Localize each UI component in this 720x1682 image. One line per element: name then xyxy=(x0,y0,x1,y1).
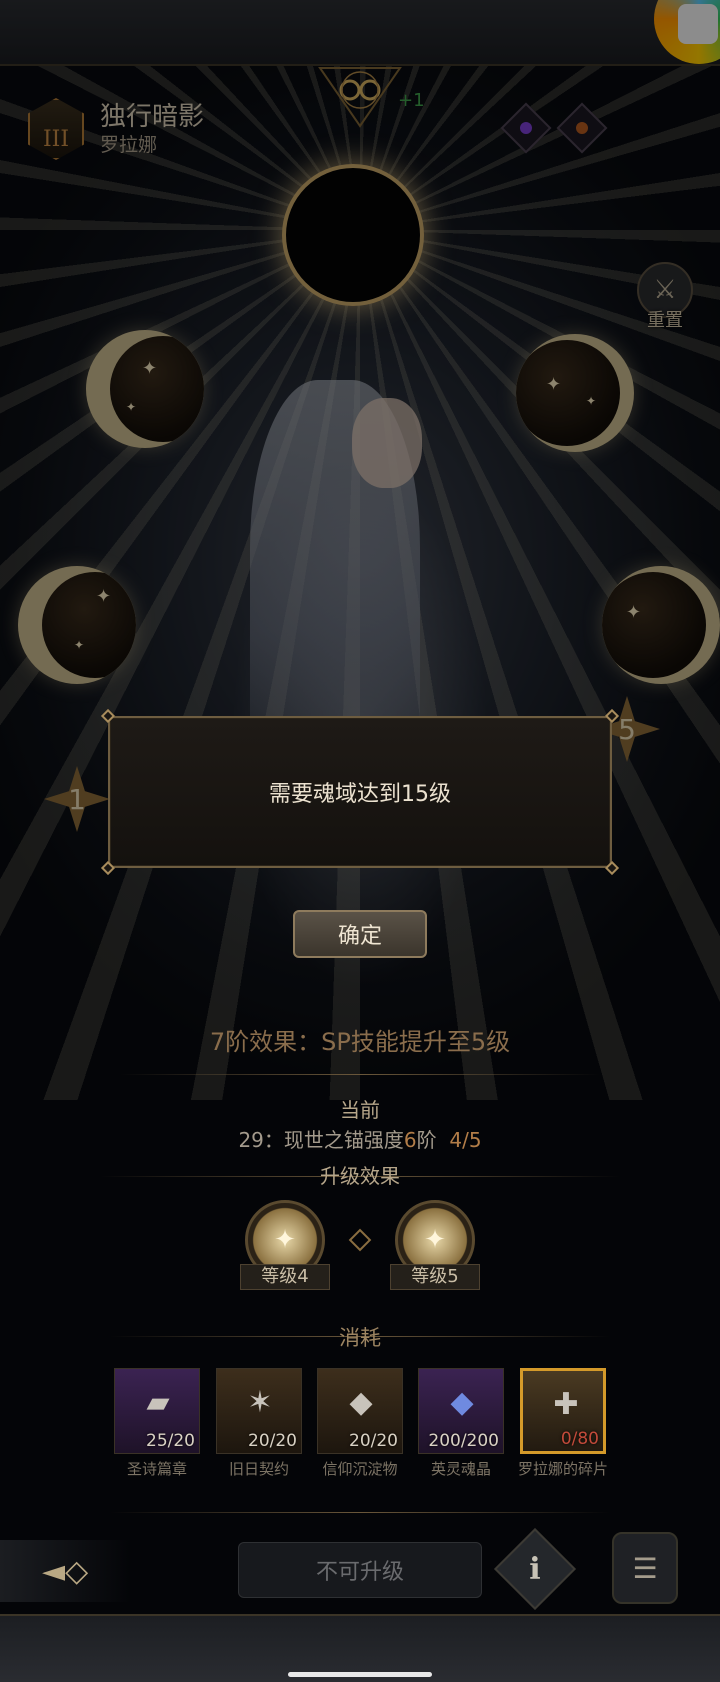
upgrade-button[interactable]: 不可升级 xyxy=(238,1542,482,1598)
consume-header: 消耗 xyxy=(339,1326,381,1350)
current-stat-rank: 6 xyxy=(403,1128,417,1152)
scroll-log-button[interactable]: ☰ xyxy=(612,1532,678,1604)
level-to-label: 等级5 xyxy=(390,1264,480,1290)
divider xyxy=(110,1512,610,1513)
cost-item-3[interactable]: ◆ 20/20 xyxy=(317,1368,403,1454)
shard-icon: ✶ xyxy=(247,1384,273,1420)
cost-item-1-count: 25/20 xyxy=(146,1431,195,1451)
current-stat-progress: 4/5 xyxy=(449,1128,482,1152)
cost-item-5[interactable]: ✚ 0/80 xyxy=(520,1368,606,1454)
level-from-label: 等级4 xyxy=(240,1264,330,1290)
back-arrow-icon: ◄◇ xyxy=(42,1553,89,1589)
requirement-dialog: 需要魂域达到15级 xyxy=(100,708,620,876)
cost-item-5-name: 罗拉娜的碎片 xyxy=(517,1460,608,1478)
current-header: 当前 xyxy=(340,1098,380,1122)
cost-item-2[interactable]: ✶ 20/20 xyxy=(216,1368,302,1454)
current-stat-suffix: 阶 xyxy=(416,1128,437,1152)
cost-item-4[interactable]: ◆ 200/200 xyxy=(418,1368,504,1454)
current-stat-prefix: 29：现世之锚强度 xyxy=(238,1128,404,1152)
puzzle-icon: ✚ xyxy=(553,1386,579,1422)
back-button[interactable]: ◄◇ xyxy=(0,1540,130,1602)
upgrade-effect-header: 升级效果 xyxy=(320,1164,400,1188)
dialog-message: 需要魂域达到15级 xyxy=(269,782,451,807)
ore-icon: ◆ xyxy=(349,1384,373,1420)
crystal-icon: ◆ xyxy=(450,1384,474,1420)
cost-item-5-count: 0/80 xyxy=(560,1429,599,1449)
divider xyxy=(120,1074,600,1075)
cost-item-2-count: 20/20 xyxy=(248,1431,297,1451)
cost-item-1[interactable]: ▰ 25/20 xyxy=(114,1368,200,1454)
confirm-button[interactable]: 确定 xyxy=(293,910,427,958)
cost-item-1-name: 圣诗篇章 xyxy=(126,1460,187,1478)
current-stat-line: 29：现世之锚强度6阶 4/5 xyxy=(0,1124,720,1153)
cost-item-3-name: 信仰沉淀物 xyxy=(322,1460,398,1478)
cost-item-3-count: 20/20 xyxy=(349,1431,398,1451)
scroll-icon: ☰ xyxy=(632,1551,658,1585)
cost-item-4-count: 200/200 xyxy=(428,1431,499,1451)
cost-item-4-name: 英灵魂晶 xyxy=(430,1460,491,1478)
scroll-shard-icon: ▰ xyxy=(146,1384,170,1420)
home-indicator[interactable] xyxy=(288,1672,432,1677)
cost-item-2-name: 旧日契约 xyxy=(228,1460,289,1478)
info-icon: i xyxy=(529,1551,541,1587)
tier-effect-text: 7阶效果：SP技能提升至5级 xyxy=(209,1028,511,1056)
